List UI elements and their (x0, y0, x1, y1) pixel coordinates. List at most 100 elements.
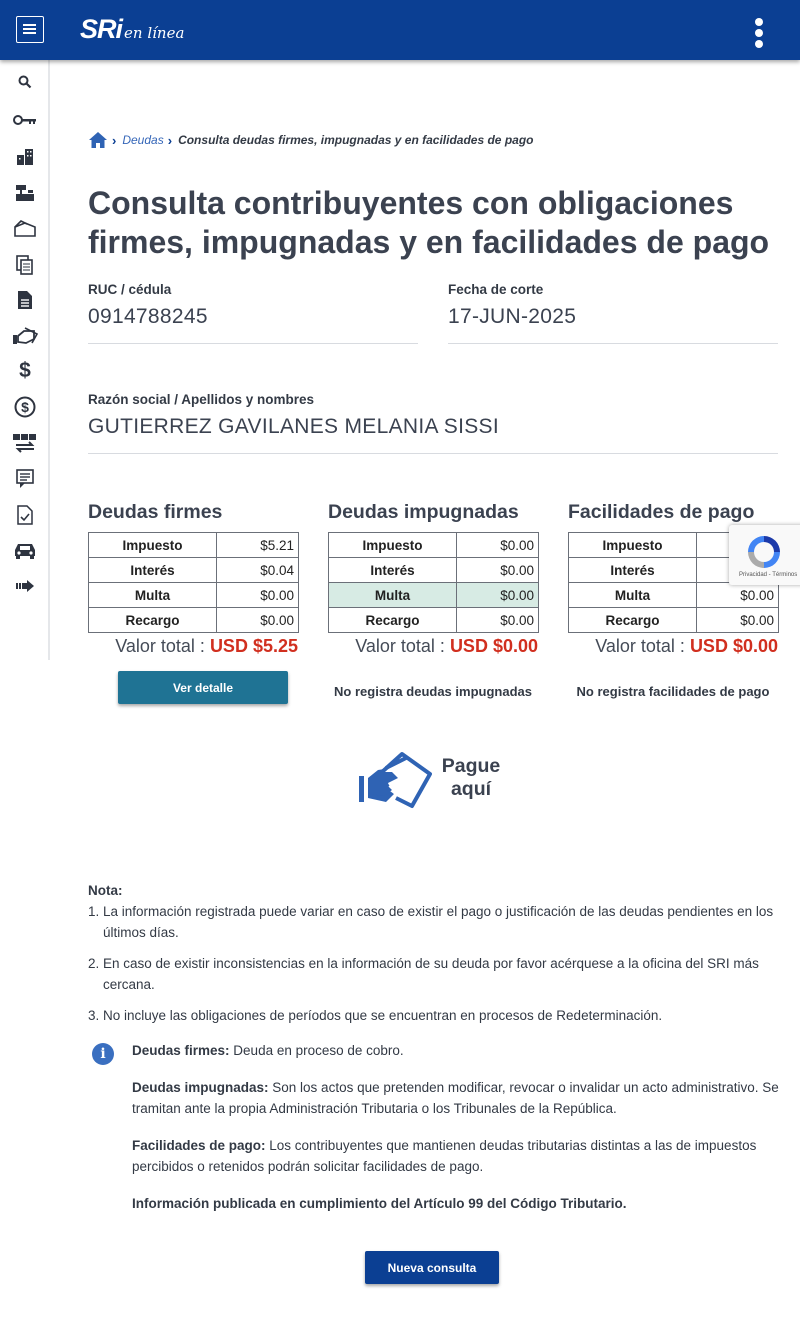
recaptcha-links[interactable]: Privacidad - Términos (739, 572, 797, 578)
hand-card-icon[interactable] (12, 323, 38, 349)
breadcrumb: › Deudas › Consulta deudas firmes, impug… (88, 131, 533, 149)
row-value: $5.21 (216, 532, 299, 558)
list-number: 3. (88, 1008, 100, 1023)
recaptcha-badge[interactable]: Privacidad - Términos (729, 525, 800, 585)
pague-aqui-link[interactable]: Pague aquí (356, 750, 516, 812)
nueva-consulta-button[interactable]: Nueva consulta (365, 1251, 499, 1284)
pague-line: Pague (441, 755, 501, 777)
dollar-circle-icon[interactable]: $ (12, 394, 38, 420)
deudas-impugnadas-table: Impuesto $0.00 Interés $0.00 Multa $0.00 Re… (328, 532, 539, 633)
definitions-section: i Deudas firmes: Deuda en proceso de cob… (88, 1040, 798, 1230)
notes-list: 1. La información registrada puede variar… (88, 901, 788, 1026)
row-value: $0.00 (696, 582, 779, 608)
table-row: Interés$0.00 (328, 557, 539, 583)
fecha-corte-field: Fecha de corte 17-JUN-2025 (448, 282, 778, 344)
deudas-impugnadas-total: Valor total : USD $0.00 (328, 636, 538, 657)
breadcrumb-current: Consulta deudas firmes, impugnadas y en … (178, 133, 534, 147)
hamburger-menu-button[interactable] (16, 16, 44, 43)
top-header: SRi en línea (0, 0, 800, 60)
definition-label: Deudas impugnadas: (132, 1080, 269, 1095)
row-value: $0.00 (216, 607, 299, 633)
total-amount: USD $0.00 (449, 636, 538, 656)
list-text: No incluye las obligaciones de períodos … (103, 1008, 663, 1023)
deudas-impugnadas-title: Deudas impugnadas (328, 501, 519, 523)
row-label: Impuesto (88, 532, 217, 558)
documents-icon[interactable] (12, 252, 38, 278)
deudas-firmes-total: Valor total : USD $5.25 (88, 636, 298, 657)
sri-logo[interactable]: SRi en línea (80, 14, 184, 46)
definition-firmes: Deudas firmes: Deuda en proceso de cobro… (132, 1040, 798, 1061)
ruc-label: RUC / cédula (88, 282, 172, 297)
list-item: 2. En caso de existir inconsistencias en … (88, 953, 788, 995)
list-text: La información registrada puede variar e… (103, 904, 774, 940)
row-label: Impuesto (328, 532, 457, 558)
row-label: Impuesto (568, 532, 697, 558)
list-text: En caso de existir inconsistencias en la… (103, 956, 759, 992)
total-label: Valor total : (115, 636, 210, 656)
table-row: Recargo $0.00 (88, 607, 299, 633)
notes-icon[interactable] (12, 466, 38, 492)
pague-aqui-text: Pague aquí (436, 755, 506, 801)
document-icon[interactable] (12, 287, 38, 313)
payment-hand-card-icon (359, 752, 432, 808)
row-label: Recargo (568, 607, 697, 633)
car-icon[interactable] (12, 537, 38, 563)
legal-notice-text: Información publicada en cumplimiento de… (132, 1196, 627, 1211)
search-icon[interactable] (12, 69, 38, 95)
sidebar: $ $ (0, 60, 50, 660)
deudas-firmes-title: Deudas firmes (88, 501, 223, 523)
fecha-corte-label: Fecha de corte (448, 282, 544, 297)
row-label: Recargo (328, 607, 457, 633)
table-row: Recargo $0.00 (328, 607, 539, 633)
table-row: Impuesto$0.00 (328, 532, 539, 558)
razon-social-field: Razón social / Apellidos y nombres GUTIE… (88, 392, 778, 454)
breadcrumb-link-deudas[interactable]: Deudas (122, 133, 163, 147)
row-label: Interés (328, 557, 457, 583)
razon-social-value: GUTIERREZ GAVILANES MELANIA SISSI (88, 415, 499, 438)
total-label: Valor total : (595, 636, 690, 656)
row-value: $0.00 (456, 607, 539, 633)
logo-main: SRi (80, 14, 123, 44)
table-row: Impuesto $5.21 (88, 532, 299, 558)
ver-detalle-button[interactable]: Ver detalle (118, 671, 288, 704)
key-icon[interactable] (12, 107, 38, 133)
deudas-firmes-table: Impuesto $5.21 Interés $0.04 Multa $0.00 Re… (88, 532, 299, 633)
row-label: Recargo (88, 607, 217, 633)
row-label: Interés (568, 557, 697, 583)
facilidades-pago-title: Facilidades de pago (568, 501, 755, 523)
table-row: Recargo $0.00 (568, 607, 779, 633)
home-icon[interactable] (88, 131, 108, 149)
list-item: 1. La información registrada puede variar… (88, 901, 788, 943)
total-amount: USD $0.00 (689, 636, 778, 656)
notes-section: Nota: 1. La información registrada puede … (88, 880, 788, 1036)
list-number: 1. (88, 904, 100, 919)
definition-label: Deudas firmes: (132, 1043, 230, 1058)
row-value: $0.00 (456, 532, 539, 558)
total-label: Valor total : (355, 636, 450, 656)
arrow-right-icon[interactable] (12, 573, 38, 599)
ruc-value: 0914788245 (88, 305, 208, 328)
breadcrumb-separator-icon: › (167, 132, 173, 148)
definition-label: Facilidades de pago: (132, 1138, 266, 1153)
info-icon: i (92, 1043, 114, 1065)
no-facilidades-note: No registra facilidades de pago (576, 684, 770, 699)
checklist-icon[interactable] (12, 502, 38, 528)
logo-sub: en línea (124, 24, 185, 42)
row-label: Interés (88, 557, 217, 583)
svg-text:$: $ (21, 399, 29, 415)
exchange-icon[interactable] (12, 430, 38, 456)
list-item: 3. No incluye las obligaciones de período… (88, 1005, 788, 1026)
more-options-icon[interactable] (752, 18, 766, 48)
recaptcha-logo-icon (748, 536, 780, 568)
dollar-icon[interactable]: $ (12, 358, 38, 384)
row-label: Multa (88, 582, 217, 608)
open-box-icon[interactable] (12, 216, 38, 242)
breadcrumb-separator-icon: › (112, 132, 117, 148)
buildings-icon[interactable] (12, 144, 38, 170)
row-value: $0.00 (456, 557, 539, 583)
row-value: $0.00 (456, 582, 539, 608)
row-value: $0.00 (216, 582, 299, 608)
legal-notice: Información publicada en cumplimiento de… (132, 1193, 798, 1214)
table-row-highlighted: Multa $0.00 (328, 582, 539, 608)
cash-register-icon[interactable] (12, 180, 38, 206)
